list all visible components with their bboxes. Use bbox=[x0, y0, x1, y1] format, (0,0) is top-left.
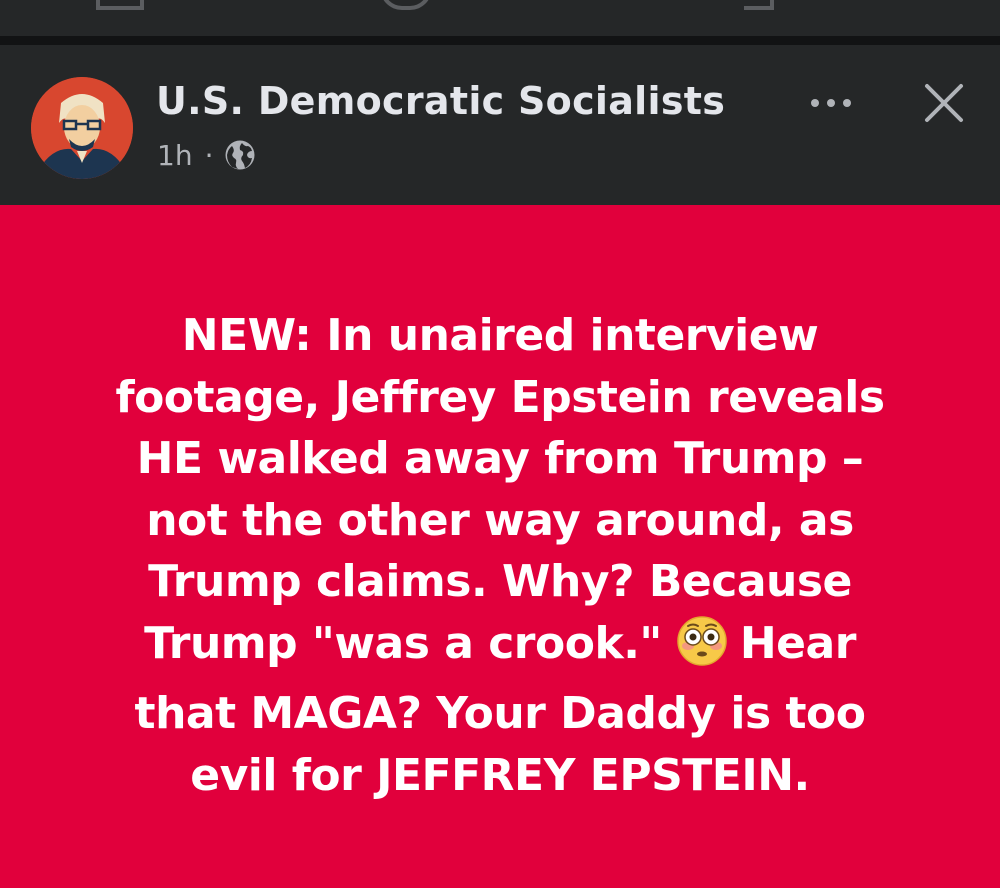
more-options-button[interactable] bbox=[806, 85, 856, 121]
post-text-line: Trump claims. Why? Because bbox=[148, 556, 852, 607]
post-timestamp[interactable]: 1h bbox=[157, 139, 193, 172]
page-name[interactable]: U.S. Democratic Socialists bbox=[156, 79, 725, 123]
post-text-line: that MAGA? Your Daddy is too bbox=[134, 688, 866, 739]
previous-action-icon-fragment bbox=[744, 0, 774, 10]
flushed-face-emoji bbox=[676, 615, 728, 684]
post-content-card[interactable]: NEW: In unaired interview footage, Jeffr… bbox=[0, 205, 1000, 888]
post-text-line: not the other way around, as bbox=[146, 494, 854, 546]
post-meta: 1h · bbox=[157, 137, 257, 173]
close-icon bbox=[925, 84, 963, 122]
post-text-segment: Hear bbox=[739, 617, 857, 669]
post-text-line: evil for JEFFREY EPSTEIN. bbox=[190, 749, 810, 801]
avatar-portrait bbox=[31, 77, 133, 179]
post-text-line: HE walked away from Trump – bbox=[136, 433, 864, 484]
avatar[interactable] bbox=[31, 77, 133, 179]
post-text-line: footage, Jeffrey Epstein reveals bbox=[115, 371, 885, 423]
globe-icon bbox=[223, 138, 257, 172]
post-text-segment: Trump "was a crook." bbox=[144, 617, 662, 669]
post-header: U.S. Democratic Socialists 1h · bbox=[0, 45, 1000, 205]
post-text: NEW: In unaired interview footage, Jeffr… bbox=[50, 305, 950, 806]
close-button[interactable] bbox=[918, 77, 970, 129]
feed-divider bbox=[0, 36, 1000, 45]
meta-separator: · bbox=[204, 138, 214, 172]
previous-post-action-bar bbox=[0, 0, 1000, 36]
more-horizontal-icon bbox=[811, 99, 851, 107]
previous-action-icon-fragment bbox=[96, 0, 144, 10]
post-text-line: Trump "was a crook." Hear bbox=[50, 613, 950, 684]
post-text-line: NEW: In unaired interview bbox=[181, 310, 819, 361]
previous-action-icon-fragment bbox=[380, 0, 432, 10]
